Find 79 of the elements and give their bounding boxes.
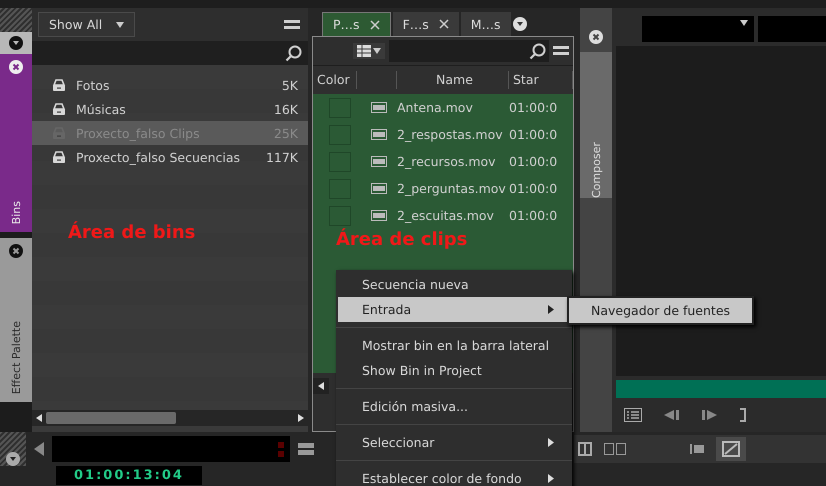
mark-out-icon[interactable]	[740, 408, 746, 422]
filter-dropdown[interactable]: Show All	[38, 12, 136, 37]
side-tab[interactable]: Composer	[580, 52, 612, 198]
bin-tab[interactable]: F…s	[392, 12, 459, 36]
drive-icon	[52, 126, 66, 140]
menu-item[interactable]: Seleccionar	[338, 430, 570, 455]
scroll-left-button[interactable]	[313, 378, 329, 394]
scroll-left-icon[interactable]	[36, 414, 42, 422]
speaker-icon[interactable]	[34, 442, 44, 456]
grip-handle[interactable]	[0, 8, 32, 32]
start-timecode: 01:00:0	[509, 100, 558, 115]
clip-name[interactable]: 2_recursos.mov	[397, 154, 509, 169]
menu-item[interactable]: Show Bin in Project	[338, 358, 570, 383]
clip-name[interactable]: 2_respostas.mov	[397, 127, 509, 142]
collapse-icon[interactable]	[9, 36, 23, 50]
film-icon	[371, 129, 387, 140]
clip-name[interactable]: 2_perguntas.mov	[397, 181, 509, 196]
menu-icon[interactable]	[284, 18, 300, 30]
collapse-icon[interactable]	[6, 452, 20, 466]
bin-item[interactable]: Proxecto_falso Secuencias 117K	[32, 145, 308, 169]
list-icon[interactable]	[624, 408, 642, 422]
bin-tab[interactable]: P…s	[322, 12, 391, 36]
menu-item[interactable]: Navegador de fuentes	[569, 298, 752, 323]
start-timecode: 01:00:0	[509, 208, 558, 223]
drive-icon	[52, 150, 66, 164]
clip-name[interactable]: Antena.mov	[397, 100, 509, 115]
bin-tab[interactable]: M…s	[460, 12, 511, 36]
start-timecode: 01:00:0	[509, 181, 558, 196]
search-icon[interactable]	[285, 44, 302, 62]
drive-icon	[52, 102, 66, 116]
menu-item[interactable]: Mostrar bin en la barra lateral	[338, 333, 570, 358]
film-icon	[371, 183, 387, 194]
track-icon[interactable]	[298, 443, 314, 455]
effect-icon[interactable]	[716, 437, 746, 461]
side-tab[interactable]: Bins	[0, 54, 32, 232]
split-icon[interactable]	[604, 443, 626, 455]
horizontal-scrollbar[interactable]	[32, 410, 308, 426]
scroll-right-icon[interactable]	[298, 414, 304, 422]
menu-item[interactable]: Edición masiva...	[338, 394, 570, 419]
film-icon	[371, 156, 387, 167]
bin-item[interactable]: Músicas 16K	[32, 97, 308, 121]
caret-icon	[373, 48, 381, 54]
start-timecode: 01:00:0	[509, 127, 558, 142]
step-forward-icon[interactable]	[702, 410, 718, 420]
film-icon	[371, 210, 387, 221]
menu-item[interactable]: Secuencia nueva	[338, 272, 570, 297]
annotation-label: Área de bins	[68, 222, 196, 243]
search-field[interactable]	[32, 41, 308, 65]
drive-icon	[52, 78, 66, 92]
close-icon[interactable]	[9, 60, 23, 74]
menu-item[interactable]: Entrada	[338, 297, 570, 322]
annotation-label: Área de clips	[336, 229, 468, 250]
column-header[interactable]: Star	[509, 71, 573, 89]
clip-icon[interactable]	[690, 444, 704, 454]
start-timecode: 01:00:0	[509, 154, 558, 169]
grid-icon	[357, 45, 371, 57]
menu-item[interactable]: Establecer color de fondo	[338, 466, 570, 486]
scroll-left-icon	[318, 382, 324, 390]
search-field[interactable]	[389, 40, 549, 62]
bin-item[interactable]: Fotos 5K	[32, 73, 308, 97]
close-icon	[438, 19, 449, 29]
timecode-display: 01:00:13:04	[56, 466, 202, 485]
timecode-display	[758, 16, 826, 42]
menu-icon[interactable]	[553, 45, 569, 57]
search-icon[interactable]	[529, 42, 546, 60]
caret-icon	[740, 20, 748, 26]
trim-icon[interactable]	[578, 442, 592, 456]
caret-icon	[116, 22, 124, 28]
close-icon	[370, 20, 380, 30]
close-icon[interactable]	[9, 244, 23, 258]
film-icon	[371, 102, 387, 113]
column-header[interactable]: Color	[313, 71, 357, 89]
side-tab[interactable]: Effect Palette	[0, 238, 32, 402]
step-back-icon[interactable]	[664, 410, 680, 420]
clip-name[interactable]: 2_escuitas.mov	[397, 208, 509, 223]
view-menu-button[interactable]	[353, 43, 385, 59]
collapse-icon[interactable]	[512, 17, 527, 31]
close-icon[interactable]	[589, 30, 603, 44]
column-header[interactable]: Name	[397, 71, 509, 89]
